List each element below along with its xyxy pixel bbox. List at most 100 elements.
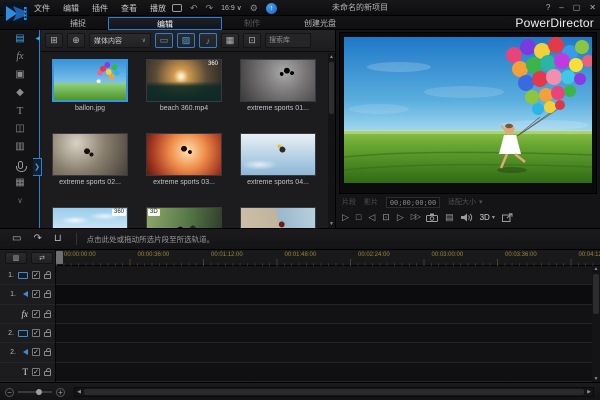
- track-lock-icon[interactable]: [44, 332, 51, 337]
- 3d-mode-button[interactable]: 3D▾: [480, 213, 495, 222]
- undo-icon[interactable]: ↶: [190, 4, 198, 13]
- media-item[interactable]: extreme sports 01...: [231, 53, 325, 127]
- tab-edit[interactable]: 编辑: [108, 17, 222, 30]
- fit-size-dropdown[interactable]: 适配大小▾: [448, 197, 483, 207]
- zoom-slider[interactable]: [18, 391, 52, 393]
- track-lane[interactable]: [56, 305, 592, 324]
- track-enable-checkbox[interactable]: ✓: [32, 329, 40, 337]
- play-button[interactable]: ▷: [342, 213, 349, 222]
- track-lane[interactable]: [56, 266, 592, 285]
- track-lock-icon[interactable]: [44, 351, 51, 356]
- scroll-left-icon[interactable]: ◀: [75, 388, 83, 396]
- media-item[interactable]: 3D: [137, 201, 231, 228]
- detach-preview-icon[interactable]: [502, 213, 513, 222]
- next-frame-button[interactable]: ▷: [397, 213, 404, 222]
- track-lock-icon[interactable]: [44, 313, 51, 318]
- content-filter-dropdown[interactable]: 媒体内容∨: [89, 33, 151, 48]
- zoom-in-button[interactable]: +: [56, 388, 65, 397]
- scroll-right-icon[interactable]: ▶: [585, 388, 593, 396]
- clip-mode-button[interactable]: 片段: [342, 197, 356, 207]
- track-lane[interactable]: [56, 363, 592, 382]
- tracks-vertical-scrollbar[interactable]: ▲ ▼: [592, 266, 600, 382]
- close-button[interactable]: ✕: [589, 4, 596, 12]
- library-scrollbar[interactable]: ▲ ▼: [328, 53, 335, 228]
- effect-room-icon[interactable]: fx: [0, 48, 40, 66]
- particle-room-icon[interactable]: ◆: [0, 84, 40, 102]
- track-enable-checkbox[interactable]: ✓: [32, 348, 40, 356]
- track-lane[interactable]: [56, 324, 592, 343]
- plugin-button[interactable]: ⊕: [67, 33, 85, 48]
- media-item[interactable]: extreme sports 04...: [231, 127, 325, 201]
- import-media-button[interactable]: ⊞: [45, 33, 63, 48]
- scroll-down-icon[interactable]: ∨: [0, 192, 40, 210]
- preview-quality-icon[interactable]: ▤: [445, 213, 454, 222]
- minimize-button[interactable]: –: [559, 4, 563, 12]
- media-item[interactable]: extreme sports 03...: [137, 127, 231, 201]
- menu-edit[interactable]: 编辑: [63, 3, 79, 14]
- tab-create-disc[interactable]: 创建光盘: [282, 17, 358, 30]
- playhead-scrubber[interactable]: [56, 251, 63, 264]
- track-enable-checkbox[interactable]: ✓: [32, 368, 40, 376]
- step-frame-button[interactable]: ⊡: [382, 213, 390, 222]
- stop-button[interactable]: □: [356, 213, 361, 222]
- maximize-button[interactable]: ▢: [573, 4, 581, 12]
- snapshot-camera-icon[interactable]: [426, 213, 438, 222]
- media-item[interactable]: 360beach 360.mp4: [137, 53, 231, 127]
- timeline-horizontal-scrollbar[interactable]: ◀ ▶: [74, 387, 594, 397]
- library-view-button[interactable]: ▦: [221, 33, 239, 48]
- transition-room-icon[interactable]: ◫: [0, 120, 40, 138]
- title-room-icon[interactable]: T: [0, 102, 40, 120]
- filter-photo-button[interactable]: ▨: [177, 33, 195, 48]
- select-display-icon[interactable]: [172, 4, 182, 12]
- range-select-icon[interactable]: ▭: [12, 234, 21, 244]
- rail-expander[interactable]: ❯: [33, 158, 42, 176]
- track-manager-button[interactable]: ▥: [5, 252, 27, 264]
- aspect-ratio-dropdown[interactable]: 16:9 ∨: [221, 4, 242, 12]
- help-button[interactable]: ?: [546, 4, 550, 12]
- track-lock-icon[interactable]: [44, 293, 51, 298]
- movie-mode-button[interactable]: 影片: [364, 197, 378, 207]
- track-enable-checkbox[interactable]: ✓: [32, 290, 40, 298]
- track-lane[interactable]: [56, 285, 592, 304]
- track-lane[interactable]: [56, 343, 592, 362]
- scrollbar-thumb[interactable]: [84, 389, 584, 395]
- media-item[interactable]: ballon.jpg: [43, 53, 137, 127]
- fast-forward-button[interactable]: ▷▷: [411, 213, 419, 221]
- align-tracks-button[interactable]: ⇄: [31, 252, 53, 264]
- track-lock-icon[interactable]: [44, 274, 51, 279]
- overwrite-arrow-icon[interactable]: ↷: [33, 234, 41, 244]
- detach-library-button[interactable]: ⊡: [243, 33, 261, 48]
- filter-music-button[interactable]: ♪: [199, 33, 217, 48]
- media-item[interactable]: extreme sports 02...: [43, 127, 137, 201]
- insert-clip-icon[interactable]: ⊔: [54, 234, 62, 244]
- search-input[interactable]: [265, 33, 311, 48]
- menu-file[interactable]: 文件: [34, 3, 50, 14]
- time-ruler[interactable]: 00:00:00:0000:00:36:0000:01:12:0000:01:4…: [56, 250, 600, 266]
- media-item[interactable]: [231, 201, 325, 228]
- redo-icon[interactable]: ↷: [206, 4, 214, 13]
- scroll-down-icon[interactable]: ▼: [328, 221, 335, 227]
- media-room-icon[interactable]: ▤◀: [0, 30, 40, 48]
- chevron-down-icon: ▾: [479, 198, 483, 206]
- scrollbar-thumb[interactable]: [329, 62, 334, 114]
- menu-plugins[interactable]: 插件: [92, 3, 108, 14]
- zoom-out-button[interactable]: −: [5, 388, 14, 397]
- zoom-slider-handle[interactable]: [36, 389, 42, 395]
- scrollbar-thumb[interactable]: [593, 274, 599, 314]
- track-lock-icon[interactable]: [44, 371, 51, 376]
- audio-mixing-room-icon[interactable]: ▥: [0, 138, 40, 156]
- tab-produce[interactable]: 制作: [222, 17, 282, 30]
- mode-tabs: 捕捉编辑制作创建光盘: [48, 16, 358, 30]
- pip-objects-room-icon[interactable]: ▣: [0, 66, 40, 84]
- scroll-up-icon[interactable]: ▲: [328, 54, 335, 60]
- menu-play[interactable]: 播放: [150, 3, 166, 14]
- volume-speaker-icon[interactable]: [461, 213, 473, 222]
- media-item[interactable]: 360: [43, 201, 137, 228]
- filter-video-button[interactable]: ▭: [155, 33, 173, 48]
- scroll-up-icon[interactable]: ▲: [592, 266, 600, 272]
- tab-capture[interactable]: 捕捉: [48, 17, 108, 30]
- menu-view[interactable]: 查看: [121, 3, 137, 14]
- previous-frame-button[interactable]: ◁: [368, 213, 375, 222]
- track-enable-checkbox[interactable]: ✓: [32, 310, 40, 318]
- track-enable-checkbox[interactable]: ✓: [32, 271, 40, 279]
